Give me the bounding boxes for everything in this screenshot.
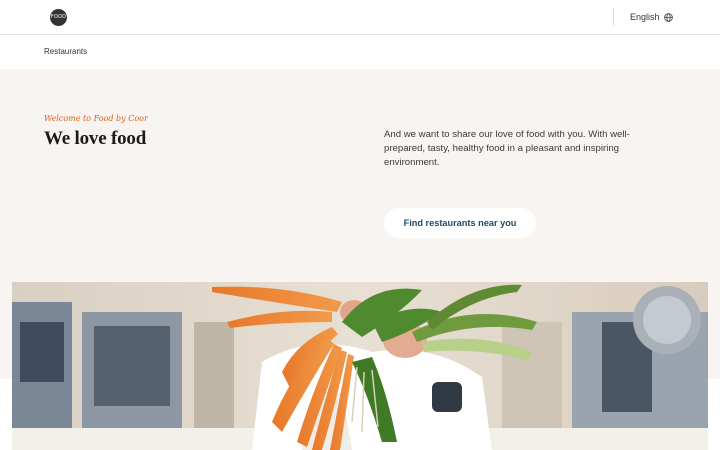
page-title: We love food: [44, 128, 147, 149]
chef-with-vegetables-image: [12, 282, 708, 450]
food-logo[interactable]: FOOD: [50, 9, 67, 26]
hero-eyebrow: Welcome to Food by Coor: [44, 114, 148, 123]
hero-photo: [12, 282, 708, 450]
find-restaurants-button[interactable]: Find restaurants near you: [384, 208, 536, 238]
hero-description: And we want to share our love of food wi…: [384, 129, 630, 168]
breadcrumb-item-restaurants[interactable]: Restaurants: [44, 47, 87, 56]
language-selector[interactable]: English: [630, 12, 673, 22]
breadcrumb: Restaurants: [0, 35, 720, 69]
top-navigation-bar: FOOD English: [0, 0, 720, 35]
language-label: English: [630, 12, 660, 22]
header-divider: [613, 8, 614, 26]
globe-icon: [663, 12, 673, 22]
